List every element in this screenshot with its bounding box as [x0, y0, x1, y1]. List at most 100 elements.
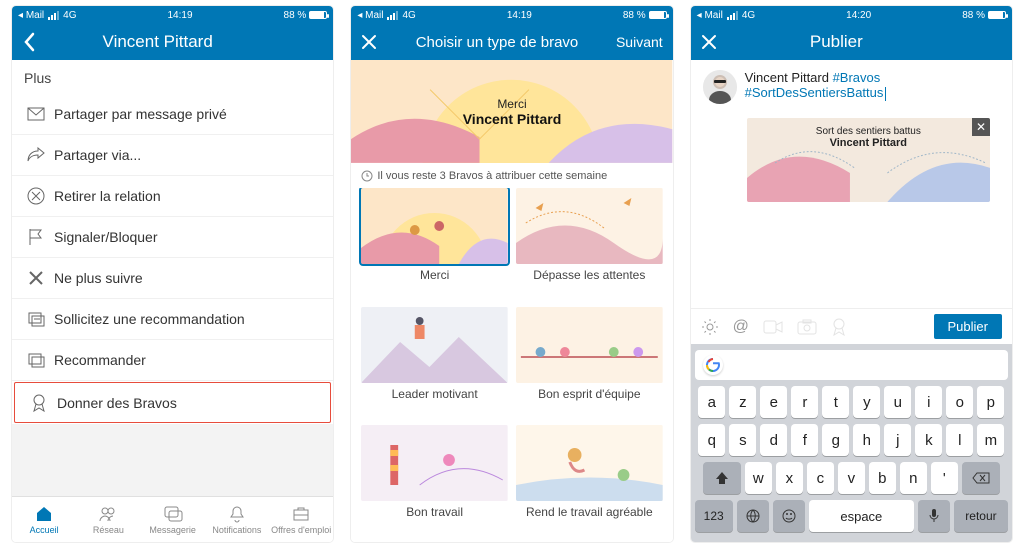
bravo-card[interactable]: Bon esprit d'équipe	[516, 307, 663, 418]
mic-key[interactable]	[918, 500, 950, 532]
menu-item-share-arrow[interactable]: Partager via...	[12, 135, 333, 176]
bravo-card[interactable]: Leader motivant	[361, 307, 508, 418]
menu-item-quote-give[interactable]: Recommander	[12, 340, 333, 381]
publish-button[interactable]: Publier	[934, 314, 1002, 339]
briefcase-icon	[291, 504, 311, 524]
header: Vincent Pittard	[12, 24, 333, 60]
key-l[interactable]: l	[946, 424, 973, 456]
google-icon[interactable]	[703, 355, 723, 375]
bravo-card[interactable]: Dépasse les attentes	[516, 188, 663, 299]
network-label: 4G	[402, 10, 415, 21]
back-chevron-icon[interactable]	[22, 32, 48, 52]
shift-key[interactable]	[703, 462, 741, 494]
network-label: 4G	[742, 10, 755, 21]
back-to-app[interactable]: ◂ Mail	[18, 10, 44, 21]
menu-item-x[interactable]: Ne plus suivre	[12, 258, 333, 299]
key-c[interactable]: c	[807, 462, 834, 494]
bravo-preview-card[interactable]: Sort des sentiers battus Vincent Pittard…	[747, 118, 990, 202]
menu-item-label: Partager via...	[54, 147, 141, 163]
key-g[interactable]: g	[822, 424, 849, 456]
key-z[interactable]: z	[729, 386, 756, 418]
remove-preview-icon[interactable]: ✕	[972, 118, 990, 136]
key-v[interactable]: v	[838, 462, 865, 494]
tab-briefcase[interactable]: Offres d'emploi	[269, 497, 333, 542]
back-to-app[interactable]: ◂ Mail	[697, 10, 723, 21]
key-n[interactable]: n	[900, 462, 927, 494]
key-d[interactable]: d	[760, 424, 787, 456]
section-label: Plus	[12, 60, 333, 94]
key-k[interactable]: k	[915, 424, 942, 456]
mention-at-icon[interactable]: @	[733, 318, 749, 336]
next-button[interactable]: Suivant	[607, 34, 663, 50]
compose-text[interactable]: Vincent Pittard #Bravos #SortDesSentiers…	[745, 70, 887, 104]
key-h[interactable]: h	[853, 424, 880, 456]
key-q[interactable]: q	[698, 424, 725, 456]
mail-icon	[26, 104, 54, 124]
menu-item-remove-x-circle[interactable]: Retirer la relation	[12, 176, 333, 217]
bravo-card-label: Merci	[361, 264, 508, 284]
menu-item-mail[interactable]: Partager par message privé	[12, 94, 333, 135]
key-p[interactable]: p	[977, 386, 1004, 418]
signal-icon	[387, 11, 398, 20]
clock: 14:20	[755, 10, 962, 21]
key-j[interactable]: j	[884, 424, 911, 456]
screen-publish: ◂ Mail 4G 14:20 88 % Publier Vincent Pit…	[691, 6, 1012, 542]
backspace-key[interactable]	[962, 462, 1000, 494]
return-key[interactable]: retour	[954, 500, 1008, 532]
key-u[interactable]: u	[884, 386, 911, 418]
screen-choose-bravo: ◂ Mail 4G 14:19 88 % Choisir un type de …	[351, 6, 672, 542]
menu-item-label: Sollicitez une recommandation	[54, 311, 245, 327]
tab-bell[interactable]: Notifications	[205, 497, 269, 542]
bravo-card-label: Bon travail	[361, 501, 508, 521]
battery-icon	[988, 11, 1006, 19]
key-o[interactable]: o	[946, 386, 973, 418]
header-title: Choisir un type de bravo	[387, 34, 606, 51]
suggestion-bar[interactable]	[695, 350, 1008, 380]
close-icon[interactable]	[701, 34, 727, 50]
bravo-thumbnail	[516, 425, 663, 501]
clock: 14:19	[77, 10, 284, 21]
menu-item-label: Partager par message privé	[54, 106, 227, 122]
bravo-thumbnail	[361, 425, 508, 501]
bravo-card[interactable]: Bon travail	[361, 425, 508, 536]
key-t[interactable]: t	[822, 386, 849, 418]
menu-item-ribbon[interactable]: Donner des Bravos	[14, 382, 331, 423]
space-key[interactable]: espace	[809, 500, 914, 532]
key-x[interactable]: x	[776, 462, 803, 494]
menu-item-flag[interactable]: Signaler/Bloquer	[12, 217, 333, 258]
key-s[interactable]: s	[729, 424, 756, 456]
battery-icon	[649, 11, 667, 19]
key-b[interactable]: b	[869, 462, 896, 494]
key-y[interactable]: y	[853, 386, 880, 418]
key-w[interactable]: w	[745, 462, 772, 494]
bravo-card[interactable]: Rend le travail agréable	[516, 425, 663, 536]
keyboard: azertyuiop qsdfghjklm wxcvbn' 123 espace reto…	[691, 344, 1012, 542]
key-e[interactable]: e	[760, 386, 787, 418]
bravo-quota: Il vous reste 3 Bravos à attribuer cette…	[351, 164, 672, 188]
close-icon[interactable]	[361, 34, 387, 50]
bravo-card[interactable]: Merci	[361, 188, 508, 299]
globe-key[interactable]	[737, 500, 769, 532]
tab-home[interactable]: Accueil	[12, 497, 76, 542]
ribbon-icon[interactable]	[831, 318, 847, 336]
camera-icon[interactable]	[797, 319, 817, 335]
menu-item-quote-request[interactable]: Sollicitez une recommandation	[12, 299, 333, 340]
numbers-key[interactable]: 123	[695, 500, 733, 532]
emoji-key[interactable]	[773, 500, 805, 532]
tab-chat[interactable]: Messagerie	[141, 497, 205, 542]
ribbon-icon	[29, 393, 57, 413]
key-a[interactable]: a	[698, 386, 725, 418]
key-r[interactable]: r	[791, 386, 818, 418]
key-'[interactable]: '	[931, 462, 958, 494]
bravo-card-label: Bon esprit d'équipe	[516, 383, 663, 403]
bravo-card-label: Rend le travail agréable	[516, 501, 663, 521]
video-icon[interactable]	[763, 320, 783, 334]
bravo-thumbnail	[516, 307, 663, 383]
settings-gear-icon[interactable]	[701, 318, 719, 336]
key-m[interactable]: m	[977, 424, 1004, 456]
key-f[interactable]: f	[791, 424, 818, 456]
quote-request-icon	[26, 309, 54, 329]
key-i[interactable]: i	[915, 386, 942, 418]
tab-people[interactable]: Réseau	[76, 497, 140, 542]
back-to-app[interactable]: ◂ Mail	[357, 10, 383, 21]
